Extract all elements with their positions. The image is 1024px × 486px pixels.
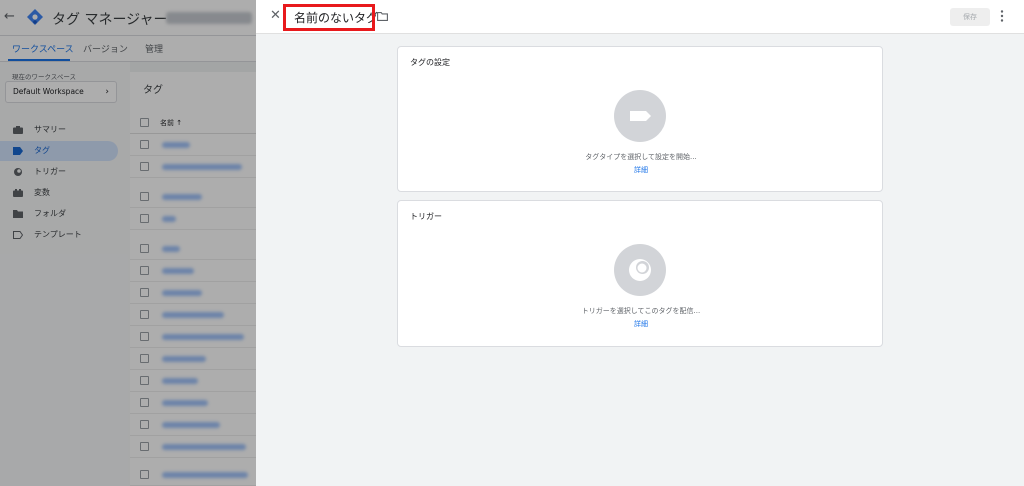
trigger-learn-more-link[interactable]: 詳細 — [398, 319, 884, 329]
new-tag-panel: ✕ 名前のないタグ 保存 タグの設定 タグタイプを選択して設定を開始... 詳細… — [256, 0, 1024, 486]
tag-icon — [630, 111, 651, 121]
trigger-placeholder[interactable] — [614, 244, 666, 296]
more-vert-icon[interactable] — [1000, 10, 1004, 22]
tag-config-hint: タグタイプを選択して設定を開始... — [585, 153, 697, 161]
card-title: タグの設定 — [410, 58, 450, 67]
tag-configuration-card[interactable]: タグの設定 タグタイプを選択して設定を開始... 詳細 — [397, 46, 883, 192]
folder-icon[interactable] — [377, 12, 388, 21]
trigger-icon — [629, 259, 651, 281]
card-title: トリガー — [410, 212, 442, 221]
highlight-box — [283, 4, 375, 31]
panel-header: ✕ 名前のないタグ 保存 — [256, 0, 1024, 34]
trigger-hint: トリガーを選択してこのタグを配信... — [581, 307, 701, 315]
tag-config-learn-more-link[interactable]: 詳細 — [398, 165, 884, 175]
trigger-card[interactable]: トリガー トリガーを選択してこのタグを配信... 詳細 — [397, 200, 883, 347]
tag-type-placeholder[interactable] — [614, 90, 666, 142]
save-button[interactable]: 保存 — [950, 8, 990, 26]
close-icon[interactable]: ✕ — [270, 9, 281, 23]
